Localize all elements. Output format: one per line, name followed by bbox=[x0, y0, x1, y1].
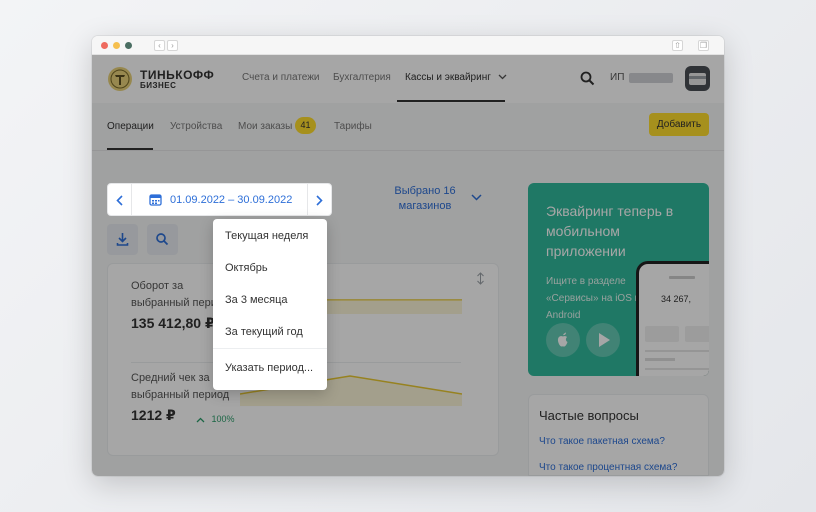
share-icon[interactable]: ⇧ bbox=[672, 40, 683, 51]
dim-overlay[interactable] bbox=[92, 55, 724, 476]
menu-item-3-months[interactable]: За 3 месяца bbox=[225, 294, 288, 306]
date-range-text: 01.09.2022 – 30.09.2022 bbox=[170, 194, 293, 206]
next-period-button[interactable] bbox=[307, 184, 331, 215]
tabs-icon[interactable]: ❐ bbox=[698, 40, 709, 51]
close-window-button[interactable] bbox=[101, 42, 108, 49]
chevron-right-icon bbox=[316, 195, 323, 206]
calendar-icon bbox=[149, 194, 162, 206]
minimize-window-button[interactable] bbox=[113, 42, 120, 49]
chevron-right-icon[interactable]: › bbox=[167, 40, 178, 51]
chevron-left-icon[interactable]: ‹ bbox=[154, 40, 165, 51]
maximize-window-button[interactable] bbox=[125, 42, 132, 49]
browser-chrome: ‹ › ⇧ ❐ bbox=[92, 36, 724, 55]
menu-item-current-week[interactable]: Текущая неделя bbox=[225, 230, 308, 242]
menu-item-custom-period[interactable]: Указать период... bbox=[225, 362, 313, 374]
menu-item-october[interactable]: Октябрь bbox=[225, 262, 268, 274]
menu-item-current-year[interactable]: За текущий год bbox=[225, 326, 303, 338]
browser-window: ‹ › ⇧ ❐ ТИНЬКОФФ БИЗНЕС Счета и платежи … bbox=[92, 36, 724, 476]
previous-period-button[interactable] bbox=[108, 184, 132, 215]
menu-divider bbox=[213, 348, 327, 349]
page: ТИНЬКОФФ БИЗНЕС Счета и платежи Бухгалте… bbox=[92, 55, 724, 476]
period-dropdown-menu: Текущая неделя Октябрь За 3 месяца За те… bbox=[213, 219, 327, 390]
date-range-selector[interactable]: 01.09.2022 – 30.09.2022 bbox=[107, 183, 332, 216]
chevron-left-icon bbox=[116, 195, 123, 206]
